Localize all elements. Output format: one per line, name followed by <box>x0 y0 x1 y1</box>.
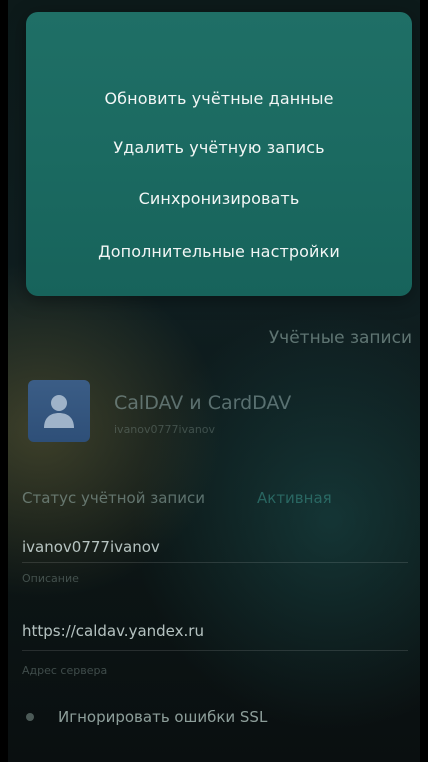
account-status-value: Активная <box>257 489 332 507</box>
page-title: Учётные записи <box>268 328 412 348</box>
ignore-ssl-option[interactable]: Игнорировать ошибки SSL <box>22 706 267 728</box>
menu-item-advanced-settings[interactable]: Дополнительные настройки <box>26 231 412 271</box>
account-avatar <box>28 380 90 442</box>
server-address-hint: Адрес сервера <box>22 664 108 677</box>
server-address-underline <box>22 650 408 651</box>
account-status-label: Статус учётной записи <box>22 489 205 507</box>
ignore-ssl-checkbox[interactable] <box>26 713 34 721</box>
description-hint: Описание <box>22 572 79 585</box>
account-options-menu: Обновить учётные данные Удалить учётную … <box>26 12 412 296</box>
description-underline <box>22 562 408 563</box>
person-icon <box>44 395 74 428</box>
menu-item-delete-account[interactable]: Удалить учётную запись <box>26 127 412 167</box>
screen-edge-right <box>420 0 428 762</box>
description-field[interactable]: ivanov0777ivanov <box>22 538 160 556</box>
screen: Обновить учётные данные Удалить учётную … <box>0 0 428 762</box>
menu-item-update-credentials[interactable]: Обновить учётные данные <box>26 78 412 118</box>
screen-edge-left <box>0 0 8 762</box>
server-address-field[interactable]: https://caldav.yandex.ru <box>22 622 204 640</box>
account-title: CalDAV и CardDAV <box>114 392 292 414</box>
account-username: ivanov0777ivanov <box>114 423 216 436</box>
menu-item-sync[interactable]: Синхронизировать <box>26 178 412 218</box>
ignore-ssl-label: Игнорировать ошибки SSL <box>58 708 268 726</box>
